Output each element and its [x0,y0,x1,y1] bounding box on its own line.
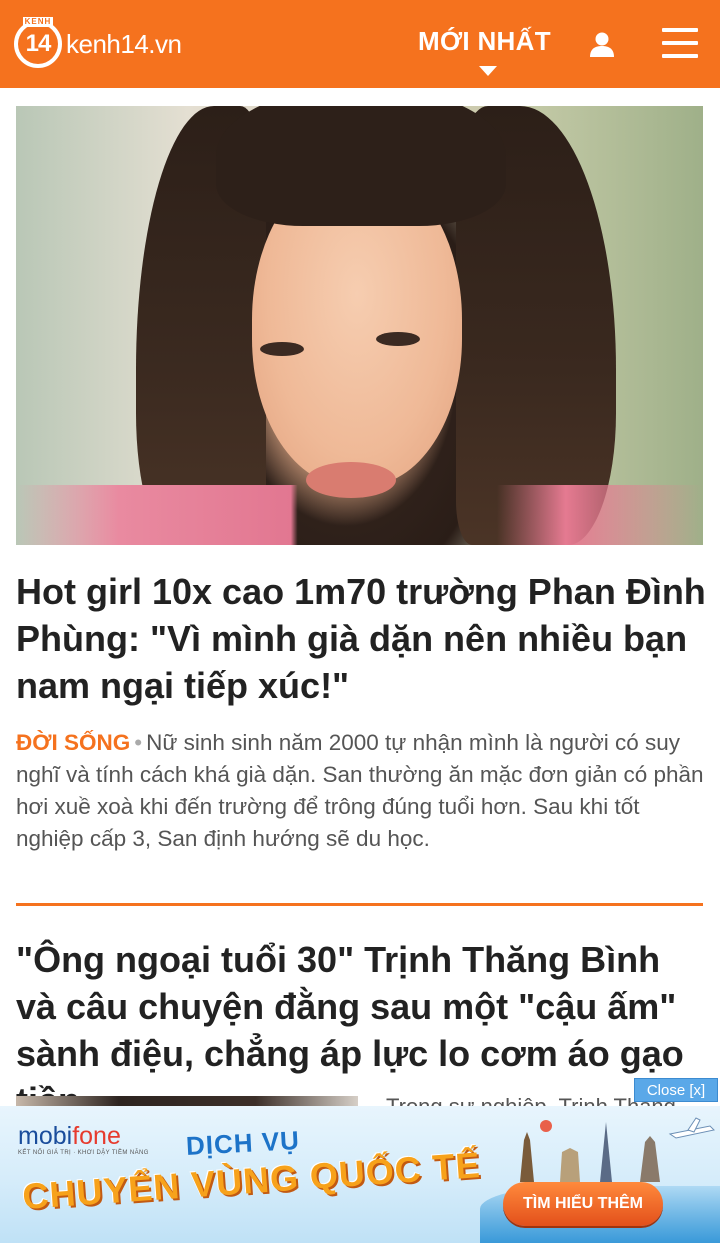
section-divider [16,903,703,906]
hamburger-menu-icon[interactable] [662,28,698,60]
article-summary: ĐỜI SỐNG • Nữ sinh sinh năm 2000 tự nhận m… [16,727,706,855]
landmarks-icon [520,1117,716,1182]
article-title[interactable]: Hot girl 10x cao 1m70 trường Phan Đình P… [16,568,706,709]
ad-headline-small: DỊCH VỤ [185,1125,301,1161]
hero-image[interactable] [16,106,703,545]
separator-dot: • [134,730,143,755]
mobifone-logo: mobifone [18,1122,121,1150]
ad-slogan: KẾT NỐI GIÁ TRỊ · KHƠI DẬY TIỀM NĂNG [18,1150,149,1156]
ad-close-button[interactable]: Close [x] [634,1078,718,1102]
ad-banner[interactable]: mobifone KẾT NỐI GIÁ TRỊ · KHƠI DẬY TIỀM… [0,1106,720,1243]
logo-number: 14 [18,24,58,64]
top-header: KENH 14 kenh14.vn MỚI NHẤT [0,0,720,88]
learn-more-button[interactable]: TÌM HIỂU THÊM [503,1182,663,1226]
caret-down-icon [479,66,497,76]
logo-text: kenh14.vn [66,28,182,59]
logo-strip: KENH [23,17,53,27]
nav-latest-news[interactable]: MỚI NHẤT [418,26,551,57]
logo-badge: KENH 14 [14,17,62,68]
site-logo[interactable]: KENH 14 kenh14.vn [14,17,182,70]
user-icon[interactable] [588,30,616,58]
category-label[interactable]: ĐỜI SỐNG [16,730,130,755]
